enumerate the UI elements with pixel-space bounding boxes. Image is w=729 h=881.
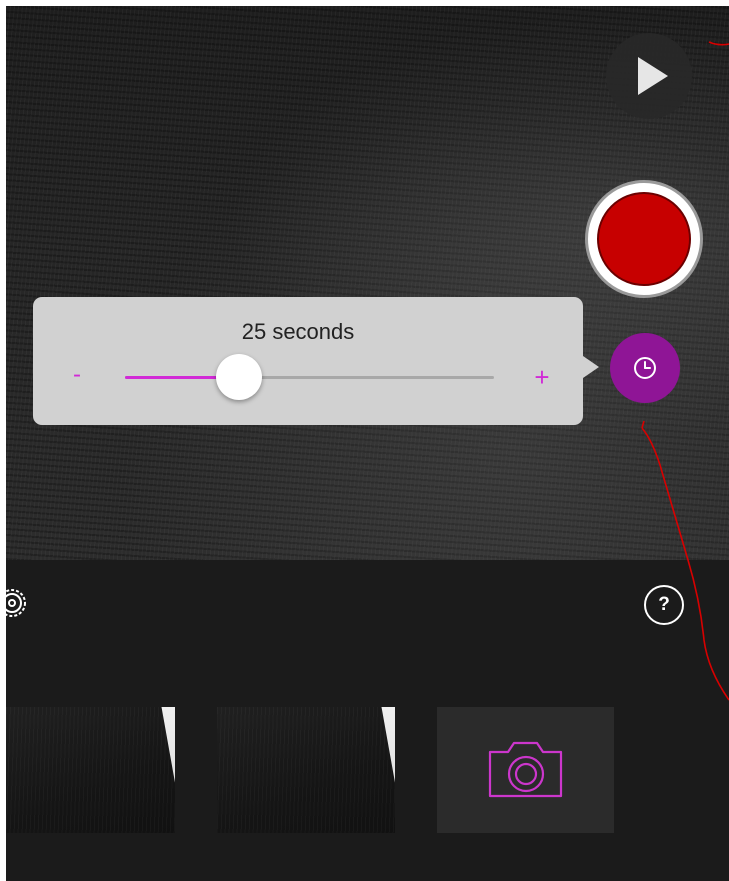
thumbnail-image	[217, 707, 395, 833]
timer-duration-popover: 25 seconds - +	[33, 297, 583, 425]
slider-thumb[interactable]	[216, 354, 262, 400]
take-photo-tile[interactable]	[437, 707, 614, 833]
timer-duration-label: 25 seconds	[241, 319, 355, 344]
help-button[interactable]: ?	[644, 585, 684, 625]
record-icon	[597, 192, 691, 286]
photo-thumbnail[interactable]	[217, 707, 395, 833]
settings-button[interactable]	[6, 583, 32, 623]
play-icon	[638, 57, 668, 95]
popover-arrow	[583, 356, 599, 378]
increase-duration-button[interactable]: +	[529, 361, 555, 393]
timer-button[interactable]	[610, 333, 680, 403]
decrease-duration-button[interactable]: -	[65, 357, 89, 393]
camera-screen: 25 seconds - + ?	[6, 6, 729, 881]
record-button[interactable]	[585, 180, 703, 298]
clock-icon	[634, 357, 656, 379]
thumbnail-image	[6, 707, 175, 833]
gear-icon	[6, 589, 26, 617]
photo-thumbnail[interactable]	[6, 707, 175, 833]
duration-slider[interactable]	[125, 354, 494, 400]
play-button[interactable]	[606, 33, 692, 119]
camera-icon	[488, 741, 563, 798]
